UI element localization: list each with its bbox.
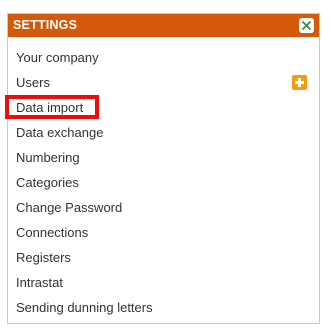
- menu-item-users[interactable]: Users: [8, 70, 319, 95]
- menu-item-numbering[interactable]: Numbering: [8, 145, 319, 170]
- menu-item-label: Connections: [16, 225, 89, 240]
- settings-menu: Your company Users Data import Data exch…: [5, 45, 319, 320]
- panel-header: SETTINGS: [8, 14, 319, 37]
- menu-item-sending-dunning-letters[interactable]: Sending dunning letters: [8, 295, 319, 320]
- menu-item-label: Data import: [16, 100, 84, 115]
- add-user-button[interactable]: [292, 75, 307, 90]
- menu-item-your-company[interactable]: Your company: [8, 45, 319, 70]
- menu-item-connections[interactable]: Connections: [8, 220, 319, 245]
- menu-item-label: Your company: [16, 50, 99, 65]
- menu-item-label: Categories: [16, 175, 79, 190]
- settings-panel: SETTINGS Your company Users Data import: [5, 13, 320, 324]
- close-icon: [302, 21, 311, 30]
- menu-item-label: Numbering: [16, 150, 80, 165]
- menu-item-change-password[interactable]: Change Password: [8, 195, 319, 220]
- menu-item-label: Registers: [16, 250, 71, 265]
- menu-item-categories[interactable]: Categories: [8, 170, 319, 195]
- menu-item-label: Change Password: [16, 200, 123, 215]
- menu-item-registers[interactable]: Registers: [8, 245, 319, 270]
- menu-item-label: Intrastat: [16, 275, 63, 290]
- panel-title: SETTINGS: [13, 18, 78, 32]
- menu-item-intrastat[interactable]: Intrastat: [8, 270, 319, 295]
- close-button[interactable]: [299, 18, 314, 33]
- menu-item-data-exchange[interactable]: Data exchange: [8, 120, 319, 145]
- menu-item-label: Data exchange: [16, 125, 104, 140]
- menu-item-label: Users: [16, 75, 50, 90]
- menu-item-label: Sending dunning letters: [16, 300, 153, 315]
- plus-icon: [295, 78, 304, 87]
- menu-item-data-import[interactable]: Data import: [5, 95, 319, 120]
